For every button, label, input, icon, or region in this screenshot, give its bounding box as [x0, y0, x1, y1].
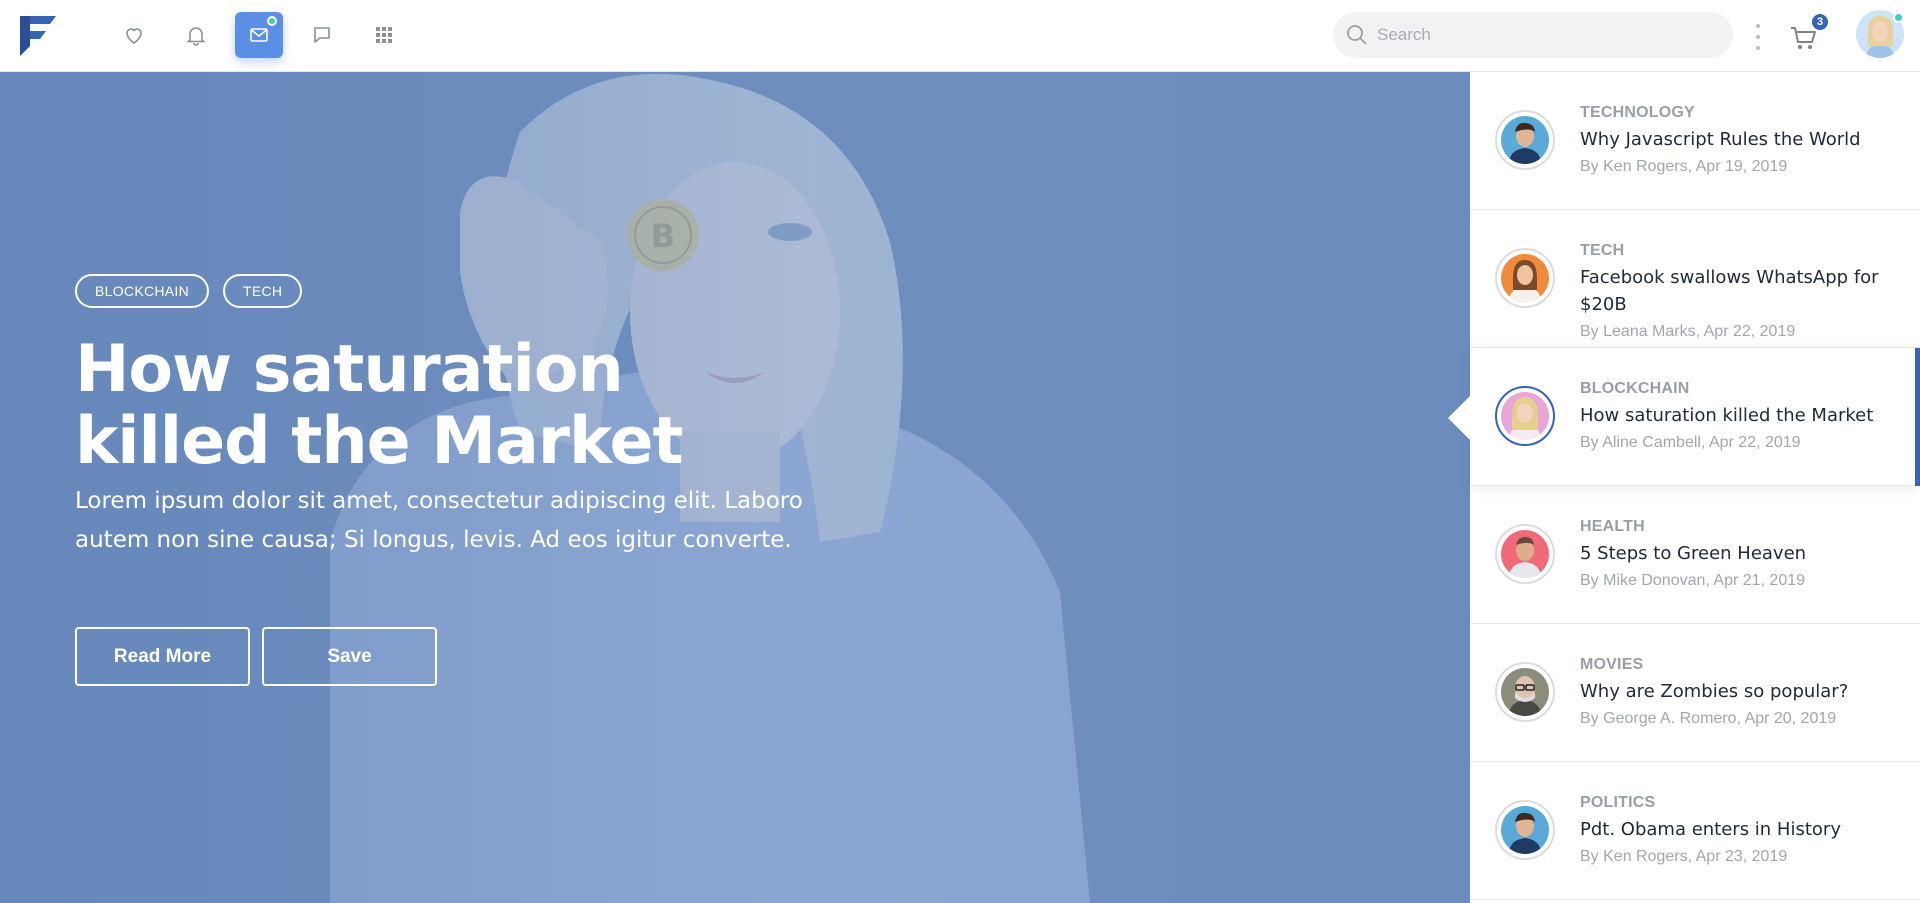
author-photo: [1501, 668, 1549, 716]
search-bar: [1333, 12, 1733, 58]
hero-title: How saturation killed the Market: [75, 334, 795, 478]
kebab-dot-icon: [1756, 35, 1760, 39]
active-item-pointer: [1448, 396, 1470, 440]
article-title: Why are Zombies so popular? By George A.…: [1580, 678, 1900, 732]
author-photo: [1501, 116, 1549, 164]
article-title: Why Javascript Rules the World By Ken Ro…: [1580, 126, 1900, 180]
logo-icon: [20, 16, 56, 56]
search-input[interactable]: [1377, 25, 1697, 45]
article-meta: By Mike Donovan, Apr 21, 2019: [1580, 572, 1806, 589]
bell-icon: [186, 27, 206, 46]
online-status-indicator: [1893, 12, 1904, 23]
author-avatar: [1495, 248, 1555, 308]
article-category: POLITICS: [1580, 794, 1656, 811]
author-photo: [1501, 254, 1549, 302]
article-item-technology[interactable]: TECHNOLOGY Why Javascript Rules the Worl…: [1470, 72, 1920, 210]
save-button[interactable]: Save: [262, 627, 437, 686]
article-title-text: Pdt. Obama enters in History: [1580, 819, 1841, 840]
author-avatar: [1495, 662, 1555, 722]
article-title-text: Why Javascript Rules the World: [1580, 129, 1861, 150]
author-photo: [1501, 392, 1549, 440]
article-item-blockchain[interactable]: BLOCKCHAIN How saturation killed the Mar…: [1470, 348, 1920, 486]
read-more-button[interactable]: Read More: [75, 627, 250, 686]
author-avatar: [1495, 110, 1555, 170]
hero-actions: Read More Save: [75, 627, 437, 686]
unread-indicator: [267, 16, 277, 26]
article-title-text: 5 Steps to Green Heaven: [1580, 543, 1807, 564]
apps-grid-icon: [376, 27, 392, 43]
article-meta: By Ken Rogers, Apr 23, 2019: [1580, 848, 1788, 865]
article-item-health[interactable]: HEALTH 5 Steps to Green Heaven By Mike D…: [1470, 486, 1920, 624]
author-photo: [1501, 806, 1549, 854]
article-category: BLOCKCHAIN: [1580, 380, 1690, 397]
article-title-text: Why are Zombies so popular?: [1580, 681, 1849, 702]
kebab-dot-icon: [1756, 24, 1760, 28]
article-meta: By Ken Rogers, Apr 19, 2019: [1580, 158, 1788, 175]
chat-button[interactable]: [298, 12, 346, 58]
article-meta: By Aline Cambell, Apr 22, 2019: [1580, 434, 1801, 451]
article-title-text: How saturation killed the Market: [1580, 405, 1874, 426]
hero-title-line-2: killed the Market: [75, 404, 684, 479]
tag-tech[interactable]: TECH: [223, 274, 303, 308]
search-icon: [1347, 25, 1367, 45]
hero-title-line-1: How saturation: [75, 332, 624, 407]
kebab-dot-icon: [1756, 46, 1760, 50]
article-title: Pdt. Obama enters in History By Ken Roge…: [1580, 816, 1900, 870]
top-navigation-bar: 3: [0, 0, 1920, 72]
article-category: TECHNOLOGY: [1580, 104, 1695, 121]
author-avatar: [1495, 524, 1555, 584]
apps-button[interactable]: [360, 12, 408, 58]
heart-icon: [126, 28, 142, 44]
article-title: How saturation killed the Market By Alin…: [1580, 402, 1900, 456]
article-category: HEALTH: [1580, 518, 1645, 535]
article-title-text: Facebook swallows WhatsApp for $20B: [1580, 267, 1879, 315]
article-title: Facebook swallows WhatsApp for $20B By L…: [1580, 264, 1900, 345]
mail-icon: [250, 28, 268, 42]
hero-description: Lorem ipsum dolor sit amet, consectetur …: [75, 488, 803, 553]
cart-button[interactable]: 3: [1788, 12, 1830, 54]
chat-icon: [314, 27, 330, 43]
hero-tags: BLOCKCHAIN TECH: [75, 274, 303, 308]
messages-button[interactable]: [235, 12, 283, 58]
more-options-button[interactable]: [1752, 24, 1764, 50]
brand-logo[interactable]: [20, 16, 56, 56]
author-avatar: [1495, 800, 1555, 860]
hero-banner: B BLOCKCHAIN TECH How saturation killed …: [0, 72, 1470, 903]
active-item-indicator: [1915, 348, 1920, 486]
author-avatar: [1495, 386, 1555, 446]
article-item-politics[interactable]: POLITICS Pdt. Obama enters in History By…: [1470, 762, 1920, 900]
favorites-button[interactable]: [110, 12, 158, 58]
article-item-movies[interactable]: MOVIES Why are Zombies so popular? By Ge…: [1470, 624, 1920, 762]
article-meta: By George A. Romero, Apr 20, 2019: [1580, 710, 1837, 727]
notifications-button[interactable]: [172, 12, 220, 58]
tag-blockchain[interactable]: BLOCKCHAIN: [75, 274, 210, 308]
author-photo: [1501, 530, 1549, 578]
article-category: MOVIES: [1580, 656, 1644, 673]
article-item-tech[interactable]: TECH Facebook swallows WhatsApp for $20B…: [1470, 210, 1920, 348]
article-meta: By Leana Marks, Apr 22, 2019: [1580, 323, 1796, 340]
article-list: TECHNOLOGY Why Javascript Rules the Worl…: [1470, 72, 1920, 903]
cart-count-badge: 3: [1810, 12, 1830, 32]
article-title: 5 Steps to Green Heaven By Mike Donovan,…: [1580, 540, 1900, 594]
article-category: TECH: [1580, 242, 1625, 259]
